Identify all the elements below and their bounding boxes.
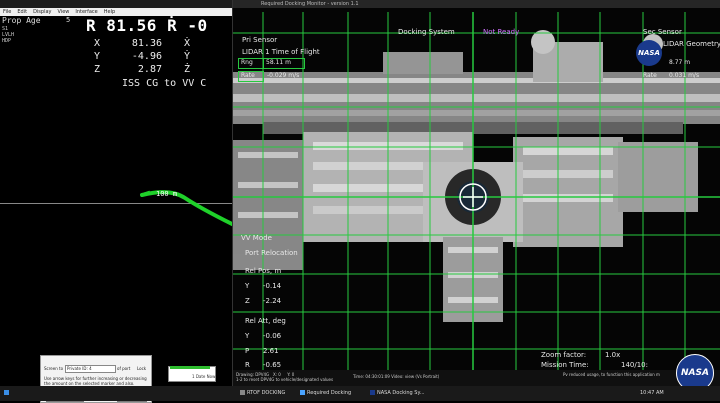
docking-monitor-footer: Drawing: DPV4G X: 0 Y: 0 1-2 to reset DP… [233,370,720,386]
rel-att-p-value: 2.61 [263,347,279,355]
rng-label: Rng [241,59,253,66]
prop-age-value: 5 [66,16,71,24]
zoom-label: Zoom factor: [541,351,587,359]
left-menubar: File Edit Display View Interface Help [0,8,232,16]
menu-interface[interactable]: Interface [75,9,97,15]
rel-pos-z-axis: Z [245,297,250,305]
windows-icon [4,390,9,395]
status-box-text: 1 Date Now [192,374,216,379]
footer-center: Time: 04:30:01:09 Video: view (Vs Portra… [353,374,440,379]
rel-att-r-value: -0.65 [263,361,282,369]
taskbar: RTOF DOCKING Required Docking NASA Docki… [0,386,720,401]
dialog-select[interactable]: Private ID: 4 [65,365,116,373]
taskbar-item-rtof[interactable]: RTOF DOCKING [240,390,285,396]
axis-y-rate: Ẏ [184,51,191,62]
left-window: File Edit Display View Interface Help Pr… [0,0,233,386]
menu-edit[interactable]: Edit [17,9,27,15]
axis-y-value: -4.96 [131,51,162,62]
menu-display[interactable]: Display [33,9,51,15]
rel-pos-label: Rel Pos, m [245,267,282,275]
rel-att-y-axis: Y [245,332,250,340]
axis-z-rate: Ż [184,64,191,75]
rel-att-y-value: -0.06 [263,332,282,340]
taskbar-item-nasa[interactable]: NASA Docking Sy... [370,390,425,396]
range-readout: R 81.56 Ṙ -0 [86,16,208,35]
range-marker-label: 100 m [156,190,178,198]
docking-system-status: Not Ready [483,28,520,36]
rel-att-label: Rel Att, deg [245,317,286,325]
menu-file[interactable]: File [3,9,11,15]
axis-z-label: Z [94,64,101,75]
axis-x-label: X [94,38,101,49]
menu-view[interactable]: View [58,9,70,15]
axis-x-value: 81.36 [131,38,162,49]
rel-pos-y-value: -0.14 [263,282,282,290]
menu-help[interactable]: Help [104,9,115,15]
rate-label: Rate [241,72,255,79]
dialog-extra-label-2: Lock [137,366,147,371]
rel-att-r-axis: R [245,361,250,369]
target-crosshair [459,183,487,211]
dialog-extra-label: of port [117,366,131,371]
app-icon [370,390,375,395]
zoom-value: 1.0x [605,351,621,359]
docking-monitor-window: Required Docking Monitor - version 1.1 P… [233,0,720,386]
sec-sensor-mode: LIDAR Geometry [663,40,720,48]
taskbar-clock: 10:47 AM [640,390,664,396]
docking-system-label: Docking System [398,28,455,36]
mission-time-label: Mission Time: [541,361,589,369]
axis-x-rate: Ẋ [184,38,191,49]
tiny-label: HDP [2,38,12,44]
pri-sensor-label: Pri Sensor [242,36,278,44]
axis-z-value: 2.87 [137,64,162,75]
pri-sensor-mode: LIDAR 1 Time of Flight [242,48,320,56]
dialog-body-text: Use arrow keys for further increasing or… [44,376,147,386]
docking-monitor-titlebar: Required Docking Monitor - version 1.1 [233,0,720,8]
app-icon [240,390,245,395]
approach-trajectory [140,190,232,226]
sec-rate-label: Rate [643,72,657,79]
vv-mode-label: VV Mode [241,234,272,242]
taskbar-item-docking[interactable]: Required Docking [300,390,351,396]
tiny-labels: S1 LVLH HDP [2,26,14,44]
rel-pos-z-value: -2.24 [263,297,282,305]
frame-label: ISS CG to VV C [122,78,207,89]
sec-sensor-label: Sec Sensor [643,28,682,36]
sec-rng-value: 8.77 m [669,59,691,66]
footer-right: Pv reduced usage, to function this appli… [563,372,660,377]
mission-time-value: 140/10: [621,361,648,369]
rel-pos-y-axis: Y [245,282,250,290]
rel-att-p-axis: P [245,347,250,355]
sec-rate-value: 0.031 m/s [669,72,700,79]
rng-value: 58.11 m [266,59,291,66]
start-button[interactable] [4,390,11,396]
nasa-logo-window: NASA [636,40,662,66]
dialog-select-label: Screen to [44,366,64,371]
axis-y-label: Y [94,51,101,62]
footer-left: Drawing: DPV4G X: 0 Y: 0 1-2 to reset DP… [236,372,334,382]
prop-age-label: Prop Age [2,16,41,25]
rate-value: -0.029 m/s [267,72,300,79]
app-icon [300,390,305,395]
vv-mode-value: Port Relocation [245,249,298,257]
status-green-bar [170,366,210,369]
left-window-titlebar [0,0,232,8]
